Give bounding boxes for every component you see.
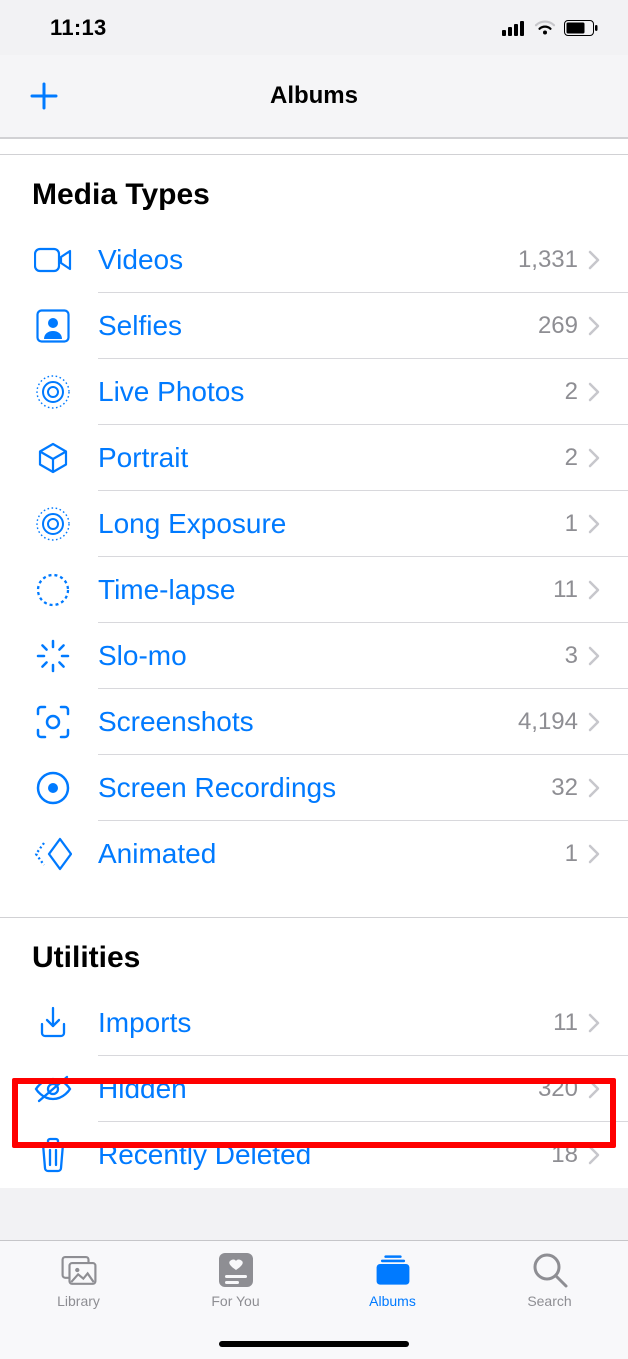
chevron-right-icon xyxy=(588,580,600,600)
row-label: Hidden xyxy=(98,1073,538,1105)
status-bar: 11:13 xyxy=(0,0,628,55)
row-count: 4,194 xyxy=(518,708,578,736)
screen-recordings-icon xyxy=(32,767,74,809)
video-icon xyxy=(32,239,74,281)
animated-icon xyxy=(32,833,74,875)
row-animated[interactable]: Animated 1 xyxy=(0,821,628,887)
row-count: 11 xyxy=(553,576,578,604)
section-header-utilities: Utilities xyxy=(0,918,628,990)
wifi-icon xyxy=(534,20,556,36)
chevron-right-icon xyxy=(588,646,600,666)
row-label: Screenshots xyxy=(98,706,518,738)
row-hidden[interactable]: Hidden 320 xyxy=(0,1056,628,1122)
row-slo-mo[interactable]: Slo-mo 3 xyxy=(0,623,628,689)
content: Media Types Videos 1,331 Selfies 269 Liv… xyxy=(0,138,628,1188)
tab-bar: Library For You Albums Search xyxy=(0,1240,628,1359)
row-portrait[interactable]: Portrait 2 xyxy=(0,425,628,491)
row-long-exposure[interactable]: Long Exposure 1 xyxy=(0,491,628,557)
imports-icon xyxy=(32,1002,74,1044)
row-label: Selfies xyxy=(98,310,538,342)
timelapse-icon xyxy=(32,569,74,611)
tab-label: Albums xyxy=(369,1293,416,1309)
hidden-icon xyxy=(32,1068,74,1110)
status-time: 11:13 xyxy=(50,15,107,41)
row-label: Long Exposure xyxy=(98,508,565,540)
row-selfies[interactable]: Selfies 269 xyxy=(0,293,628,359)
row-label: Imports xyxy=(98,1007,553,1039)
row-count: 1,331 xyxy=(518,246,578,274)
cellular-signal-icon xyxy=(502,20,526,36)
chevron-right-icon xyxy=(588,712,600,732)
row-label: Time-lapse xyxy=(98,574,553,606)
recently-deleted-icon xyxy=(32,1134,74,1176)
chevron-right-icon xyxy=(588,514,600,534)
row-screenshots[interactable]: Screenshots 4,194 xyxy=(0,689,628,755)
portrait-icon xyxy=(32,437,74,479)
battery-icon xyxy=(564,20,598,36)
nav-title: Albums xyxy=(270,82,358,110)
chevron-right-icon xyxy=(588,1013,600,1033)
home-indicator[interactable] xyxy=(219,1341,409,1347)
previous-section-edge xyxy=(0,139,628,155)
live-photos-icon xyxy=(32,371,74,413)
row-count: 320 xyxy=(538,1075,578,1103)
library-icon xyxy=(60,1251,98,1289)
row-label: Videos xyxy=(98,244,518,276)
row-label: Live Photos xyxy=(98,376,565,408)
row-live-photos[interactable]: Live Photos 2 xyxy=(0,359,628,425)
plus-icon xyxy=(28,80,60,112)
row-imports[interactable]: Imports 11 xyxy=(0,990,628,1056)
status-indicators xyxy=(502,20,598,36)
tab-library[interactable]: Library xyxy=(0,1251,157,1359)
chevron-right-icon xyxy=(588,250,600,270)
row-count: 1 xyxy=(565,840,578,868)
row-count: 3 xyxy=(565,642,578,670)
row-count: 2 xyxy=(565,378,578,406)
chevron-right-icon xyxy=(588,778,600,798)
row-label: Animated xyxy=(98,838,565,870)
row-count: 269 xyxy=(538,312,578,340)
row-time-lapse[interactable]: Time-lapse 11 xyxy=(0,557,628,623)
row-label: Screen Recordings xyxy=(98,772,551,804)
chevron-right-icon xyxy=(588,382,600,402)
row-label: Recently Deleted xyxy=(98,1139,551,1171)
nav-bar: Albums xyxy=(0,55,628,138)
chevron-right-icon xyxy=(588,448,600,468)
section-header-media-types: Media Types xyxy=(0,155,628,227)
row-count: 1 xyxy=(565,510,578,538)
chevron-right-icon xyxy=(588,1079,600,1099)
for-you-icon xyxy=(217,1251,255,1289)
row-label: Slo-mo xyxy=(98,640,565,672)
row-count: 2 xyxy=(565,444,578,472)
add-button[interactable] xyxy=(28,80,60,112)
selfies-icon xyxy=(32,305,74,347)
row-count: 18 xyxy=(551,1141,578,1169)
long-exposure-icon xyxy=(32,503,74,545)
chevron-right-icon xyxy=(588,316,600,336)
screenshots-icon xyxy=(32,701,74,743)
chevron-right-icon xyxy=(588,844,600,864)
tab-label: For You xyxy=(211,1293,259,1309)
row-count: 11 xyxy=(553,1009,578,1037)
row-recently-deleted[interactable]: Recently Deleted 18 xyxy=(0,1122,628,1188)
slomo-icon xyxy=(32,635,74,677)
tab-label: Search xyxy=(527,1293,571,1309)
tab-search[interactable]: Search xyxy=(471,1251,628,1359)
tab-label: Library xyxy=(57,1293,100,1309)
albums-icon xyxy=(374,1251,412,1289)
row-screen-recordings[interactable]: Screen Recordings 32 xyxy=(0,755,628,821)
search-icon xyxy=(531,1251,569,1289)
chevron-right-icon xyxy=(588,1145,600,1165)
row-label: Portrait xyxy=(98,442,565,474)
row-videos[interactable]: Videos 1,331 xyxy=(0,227,628,293)
row-count: 32 xyxy=(551,774,578,802)
